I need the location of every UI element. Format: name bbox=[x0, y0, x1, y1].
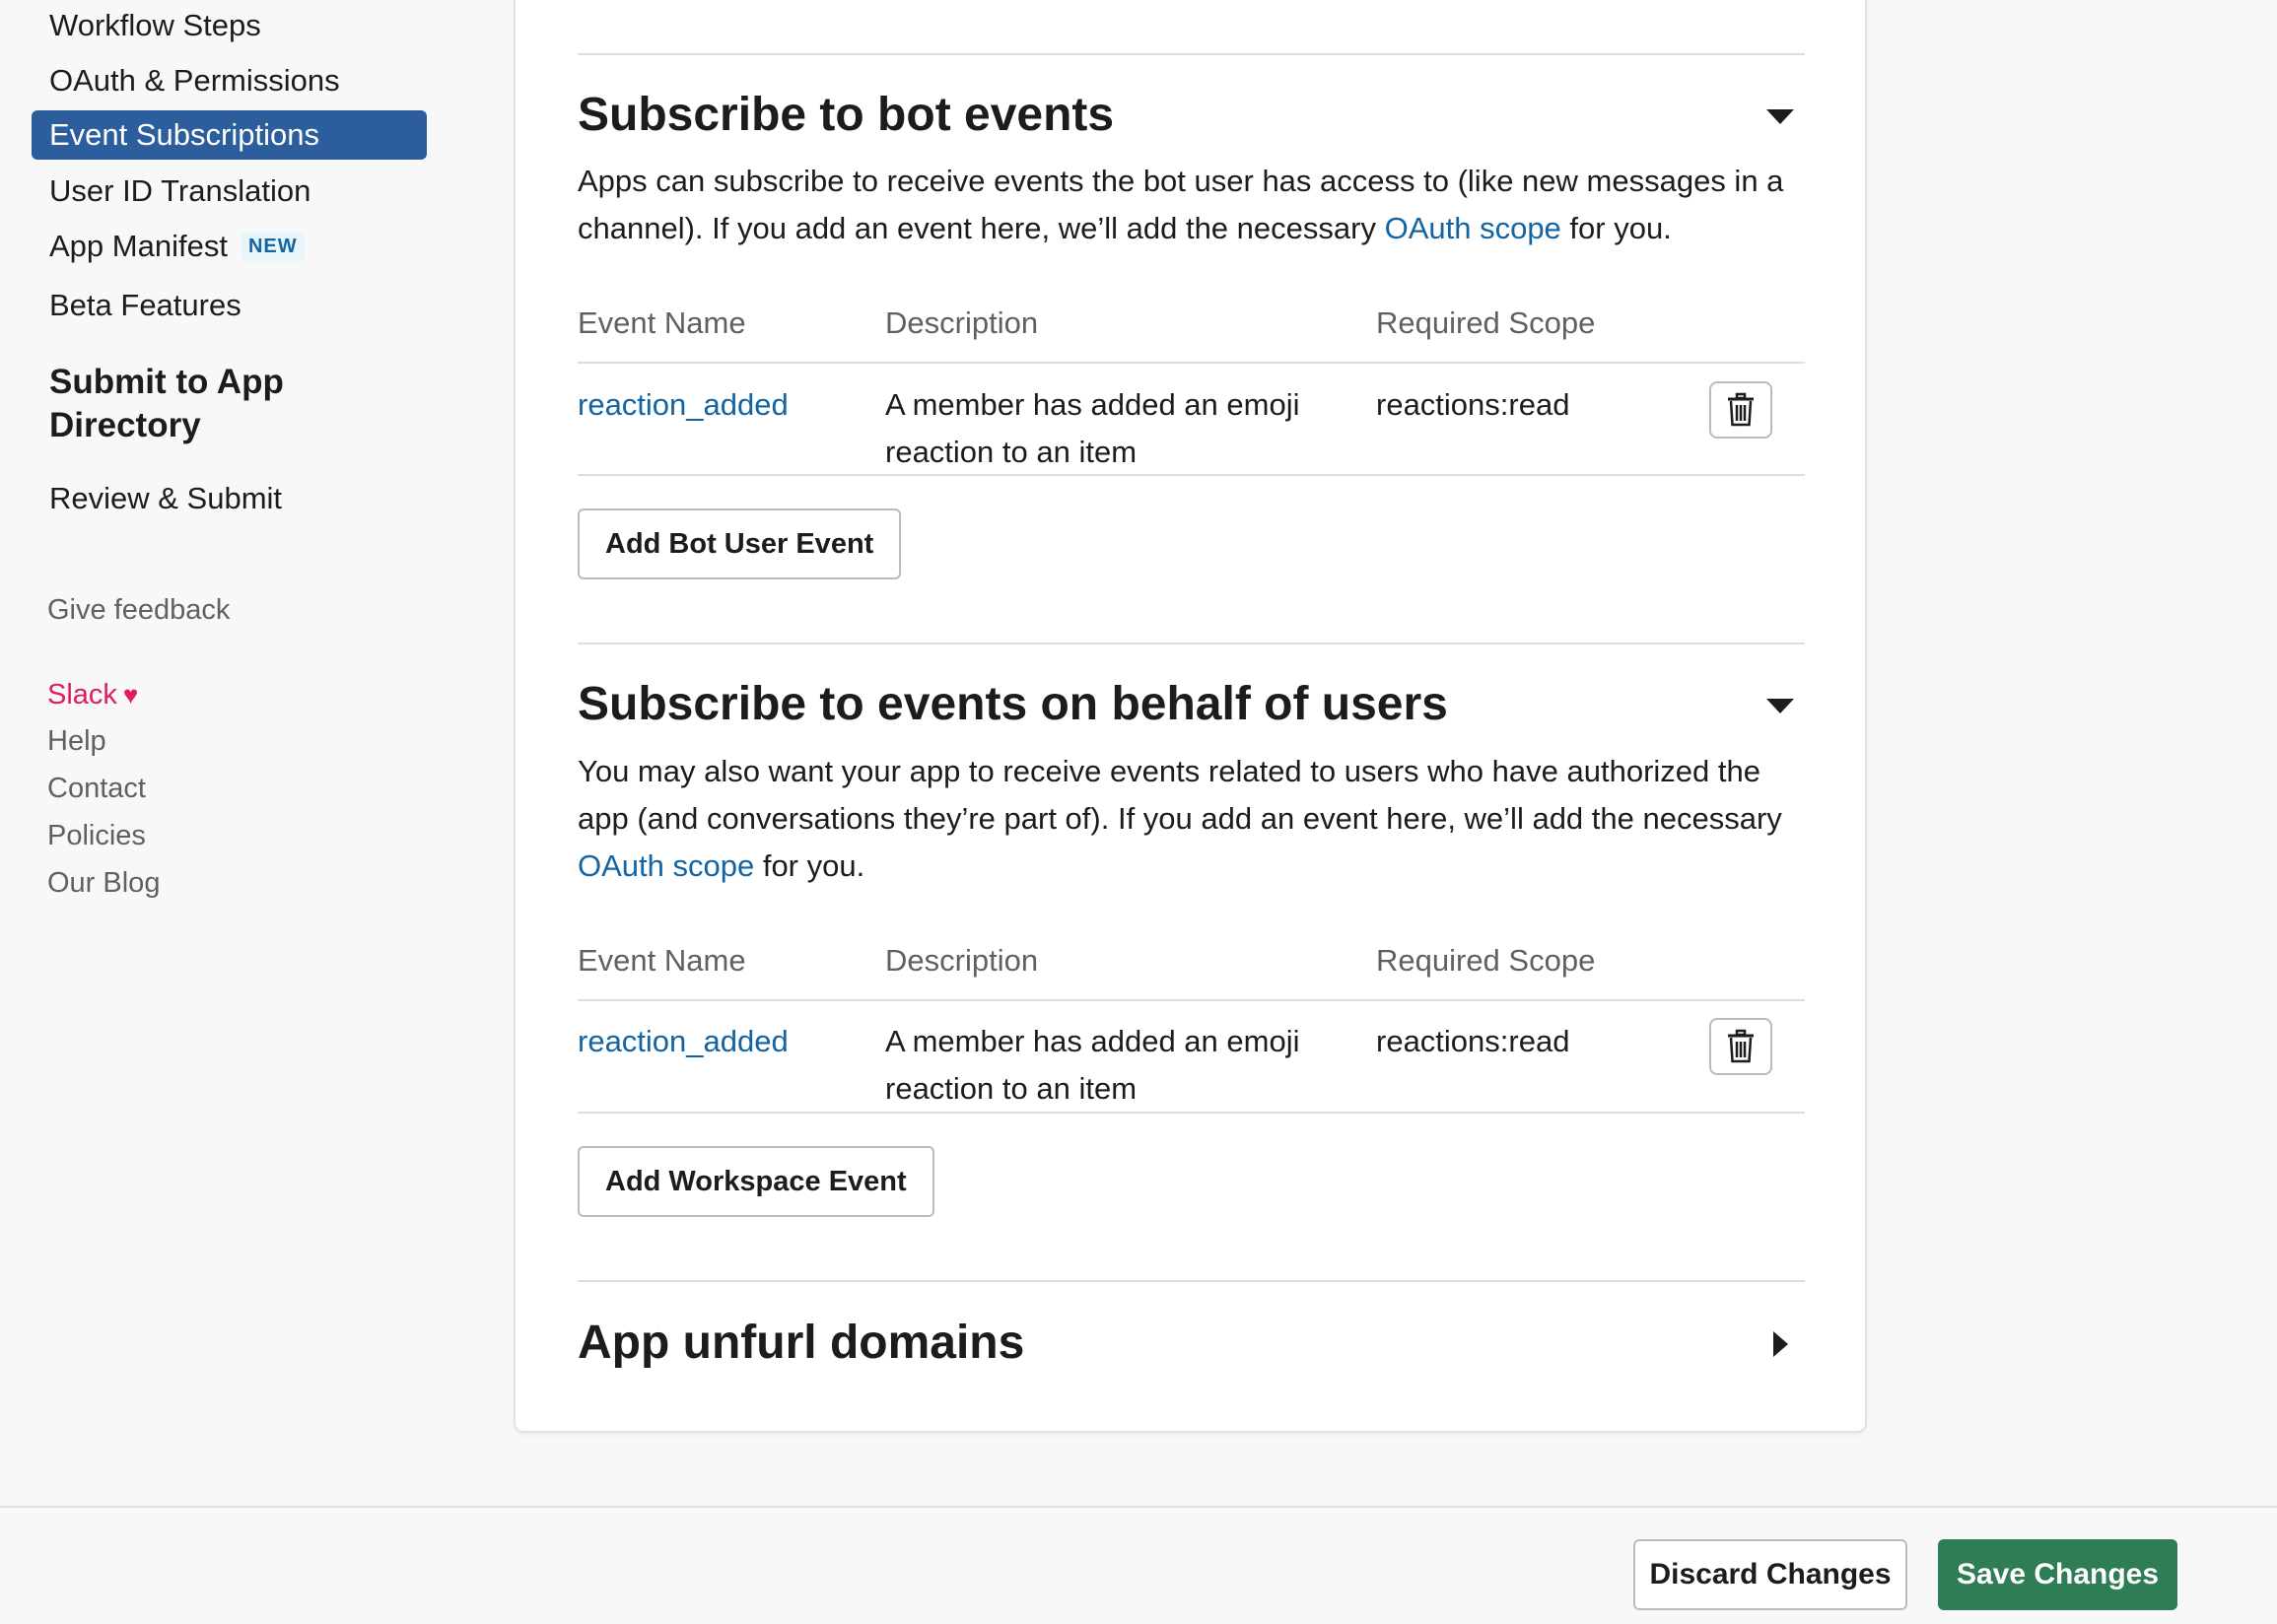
column-header-description: Description bbox=[885, 943, 1039, 978]
column-header-event-name: Event Name bbox=[578, 943, 746, 978]
slack-link-label: Slack bbox=[47, 679, 117, 710]
give-feedback-link[interactable]: Give feedback bbox=[47, 588, 230, 632]
column-header-required-scope: Required Scope bbox=[1376, 305, 1596, 340]
discard-changes-button[interactable]: Discard Changes bbox=[1633, 1539, 1907, 1610]
oauth-scope-link[interactable]: OAuth scope bbox=[578, 848, 754, 883]
table-row-divider bbox=[578, 474, 1805, 476]
add-bot-user-event-button[interactable]: Add Bot User Event bbox=[578, 508, 902, 579]
delete-event-button[interactable] bbox=[1709, 381, 1772, 439]
event-scope: reactions:read bbox=[1376, 1024, 1570, 1058]
save-changes-button[interactable]: Save Changes bbox=[1938, 1539, 2177, 1610]
delete-event-button[interactable] bbox=[1709, 1018, 1772, 1075]
event-name-link[interactable]: reaction_added bbox=[578, 381, 789, 429]
desc-text: for you. bbox=[1560, 211, 1672, 245]
table-row-divider bbox=[578, 362, 1805, 364]
column-header-event-name: Event Name bbox=[578, 305, 746, 340]
desc-text: You may also want your app to receive ev… bbox=[578, 754, 1782, 836]
caret-down-icon[interactable] bbox=[1764, 101, 1796, 132]
event-scope: reactions:read bbox=[1376, 387, 1570, 422]
blog-link[interactable]: Our Blog bbox=[47, 861, 160, 905]
sidebar-item-label: App Manifest bbox=[49, 229, 228, 263]
sidebar-item-oauth-permissions[interactable]: OAuth & Permissions bbox=[32, 56, 427, 105]
sidebar-item-app-manifest[interactable]: App Manifest NEW bbox=[32, 222, 427, 271]
event-description: A member has added an emoji reaction to … bbox=[885, 1024, 1300, 1106]
caret-down-icon[interactable] bbox=[1764, 690, 1796, 721]
sidebar-item-review-submit[interactable]: Review & Submit bbox=[32, 474, 427, 523]
desc-text: for you. bbox=[754, 848, 865, 883]
oauth-scope-link[interactable]: OAuth scope bbox=[1385, 211, 1561, 245]
trash-icon bbox=[1728, 392, 1754, 427]
submit-heading: Submit to App Directory bbox=[49, 363, 284, 444]
bot-events-title: Subscribe to bot events bbox=[578, 89, 1115, 141]
user-events-title: Subscribe to events on behalf of users bbox=[578, 678, 1448, 730]
slack-link[interactable]: Slack ♥ bbox=[47, 673, 138, 716]
sidebar-item-event-subscriptions[interactable]: Event Subscriptions bbox=[32, 110, 427, 160]
footer-action-bar bbox=[0, 1506, 2277, 1624]
table-row-divider bbox=[578, 999, 1805, 1001]
unfurl-domains-title: App unfurl domains bbox=[578, 1317, 1025, 1369]
table-row-divider bbox=[578, 1112, 1805, 1114]
divider bbox=[578, 53, 1805, 55]
divider bbox=[578, 643, 1805, 644]
event-name-link[interactable]: reaction_added bbox=[578, 1018, 789, 1065]
add-workspace-event-button[interactable]: Add Workspace Event bbox=[578, 1146, 934, 1217]
help-link[interactable]: Help bbox=[47, 719, 106, 763]
trash-icon bbox=[1728, 1029, 1754, 1063]
bot-events-description: Apps can subscribe to receive events the… bbox=[578, 158, 1805, 252]
sidebar-item-user-id-translation[interactable]: User ID Translation bbox=[32, 167, 427, 216]
heart-icon: ♥ bbox=[122, 680, 139, 710]
column-header-required-scope: Required Scope bbox=[1376, 943, 1596, 978]
caret-right-icon[interactable] bbox=[1764, 1328, 1796, 1360]
new-badge: NEW bbox=[241, 232, 305, 261]
event-description: A member has added an emoji reaction to … bbox=[885, 387, 1300, 469]
column-header-description: Description bbox=[885, 305, 1039, 340]
sidebar-item-beta-features[interactable]: Beta Features bbox=[32, 281, 427, 330]
policies-link[interactable]: Policies bbox=[47, 814, 146, 857]
sidebar-item-workflow-steps[interactable]: Workflow Steps bbox=[32, 1, 427, 50]
user-events-description: You may also want your app to receive ev… bbox=[578, 748, 1805, 890]
divider bbox=[578, 1280, 1805, 1282]
contact-link[interactable]: Contact bbox=[47, 767, 146, 810]
sidebar: Workflow Steps OAuth & Permissions Event… bbox=[0, 0, 473, 1508]
